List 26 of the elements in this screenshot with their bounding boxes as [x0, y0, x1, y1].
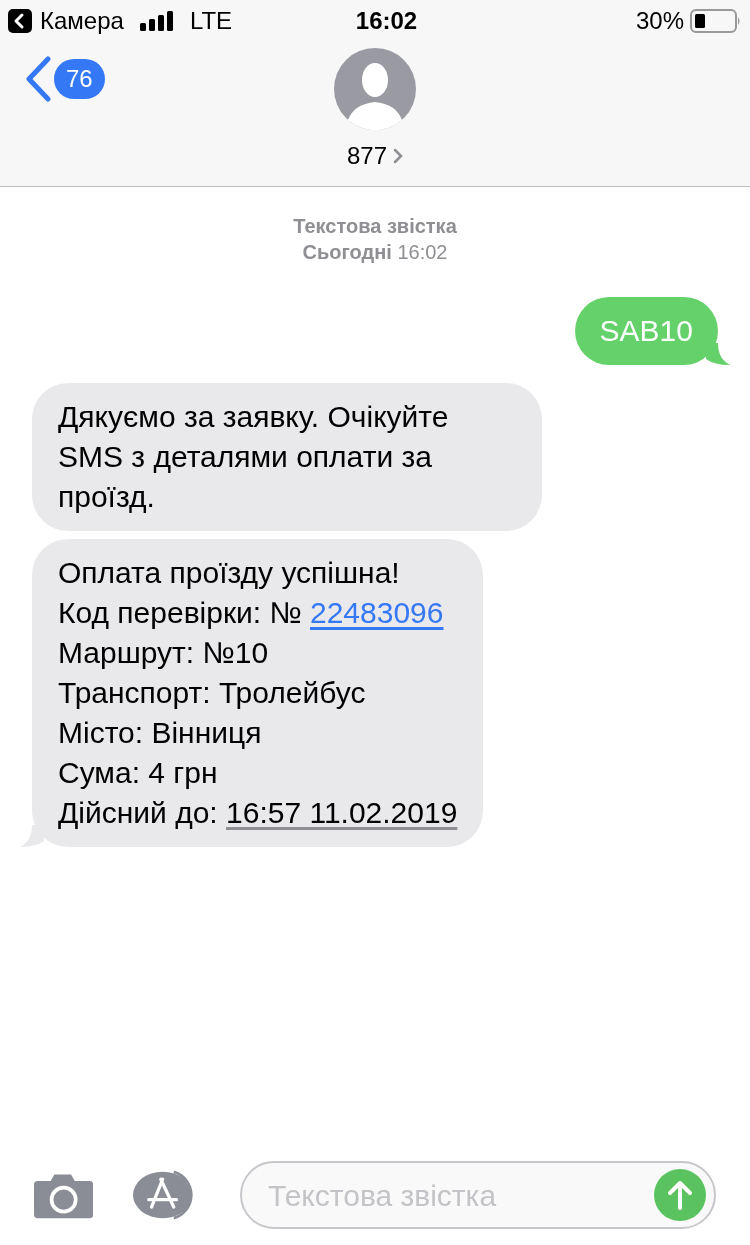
message-text: Місто: Вінниця [58, 715, 263, 751]
back-app-label[interactable]: Камера [40, 3, 124, 39]
message-text: Маршрут: №10 [58, 635, 270, 671]
send-button[interactable] [654, 1169, 706, 1221]
message-text: Код перевірки: № 22483096 [58, 595, 445, 631]
avatar[interactable] [334, 48, 416, 130]
battery-icon [690, 9, 742, 33]
contact-name[interactable]: 877 [346, 138, 387, 174]
unread-badge[interactable]: 76 [54, 59, 105, 99]
message-text: Дякуємо за заявку. Очікуйте SMS з деталями оплати за проїзд. [58, 399, 450, 515]
message-text: SAB10 [599, 313, 693, 349]
message-time: Сьогодні 16:02 [302, 240, 448, 265]
network-label: LTE [189, 6, 233, 36]
chevron-right-icon[interactable] [393, 148, 403, 164]
message-text: Оплата проїзду успішна! [58, 555, 401, 591]
message-text: Дійсний до: 16:57 11.02.2019 [58, 795, 458, 831]
signal-icon [139, 11, 174, 31]
battery-percent: 30% [635, 6, 684, 36]
message-text: Транспорт: Тролейбус [58, 675, 367, 711]
date-link[interactable]: 16:57 11.02.2019 [226, 796, 458, 829]
arrow-up-icon [667, 1180, 693, 1210]
message-text: Сума: 4 грн [58, 755, 219, 791]
message-type-label: Текстова звістка [293, 214, 457, 239]
clock: 16:02 [355, 6, 418, 36]
back-icon[interactable] [8, 9, 32, 33]
back-chevron-icon[interactable] [24, 56, 52, 102]
